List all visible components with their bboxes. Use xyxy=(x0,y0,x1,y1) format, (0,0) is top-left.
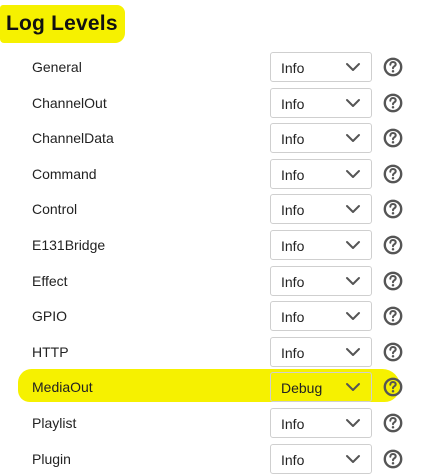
log-level-select-channeldata[interactable]: Info xyxy=(270,123,372,154)
selected-value: Info xyxy=(281,273,305,290)
selected-value: Debug xyxy=(281,380,323,397)
help-question-icon[interactable] xyxy=(383,93,403,113)
log-level-select-general[interactable]: Info xyxy=(270,52,372,82)
help-question-icon[interactable] xyxy=(383,57,403,77)
selected-value: Info xyxy=(281,166,305,183)
selected-value: Info xyxy=(281,309,305,326)
log-level-row-e131bridge: E131Bridge Info xyxy=(0,227,434,263)
log-level-row-gpio: GPIO Info xyxy=(0,298,434,334)
log-level-row-http: HTTP Info xyxy=(0,334,434,370)
help-question-icon[interactable] xyxy=(383,342,403,362)
log-level-label: HTTP xyxy=(32,343,69,360)
log-level-row-channelout: ChannelOut Info xyxy=(0,85,434,121)
chevron-down-icon xyxy=(346,347,360,356)
selected-value: Info xyxy=(281,415,305,432)
log-level-row-control: Control Info xyxy=(0,191,434,227)
chevron-down-icon xyxy=(346,134,360,143)
help-question-icon[interactable] xyxy=(383,235,403,255)
help-question-icon[interactable] xyxy=(383,271,403,291)
log-level-label: Playlist xyxy=(32,414,77,431)
selected-value: Info xyxy=(281,237,305,254)
log-level-select-effect[interactable]: Info xyxy=(270,265,372,296)
chevron-down-icon xyxy=(346,418,360,427)
log-level-label: GPIO xyxy=(32,308,68,325)
log-level-row-effect: Effect Info xyxy=(0,263,434,299)
chevron-down-icon xyxy=(346,98,360,107)
chevron-down-icon xyxy=(346,454,360,463)
log-level-select-plugin[interactable]: Info xyxy=(270,443,372,474)
help-question-icon[interactable] xyxy=(383,128,403,148)
log-level-row-general: General Info xyxy=(0,49,434,85)
chevron-down-icon xyxy=(346,383,360,392)
log-level-row-command: Command Info xyxy=(0,156,434,192)
log-level-select-mediaout[interactable]: Debug xyxy=(270,372,372,403)
log-level-label: Effect xyxy=(32,272,68,289)
log-level-select-http[interactable]: Info xyxy=(270,336,372,367)
selected-value: Info xyxy=(281,451,305,468)
log-level-row-channeldata: ChannelData Info xyxy=(0,120,434,156)
log-levels-list: General Info ChannelOut Info ChannelData… xyxy=(0,49,434,476)
help-question-icon[interactable] xyxy=(383,413,403,433)
help-question-icon[interactable] xyxy=(383,199,403,219)
chevron-down-icon xyxy=(346,169,360,178)
log-level-select-control[interactable]: Info xyxy=(270,194,372,225)
log-level-label: MediaOut xyxy=(32,379,93,396)
section-title: Log Levels xyxy=(6,12,118,35)
selected-value: Info xyxy=(281,202,305,219)
log-level-label: ChannelOut xyxy=(32,94,107,111)
log-level-label: E131Bridge xyxy=(32,236,106,253)
chevron-down-icon xyxy=(346,63,360,71)
chevron-down-icon xyxy=(346,205,360,214)
log-level-label: Plugin xyxy=(32,450,71,467)
log-level-select-e131bridge[interactable]: Info xyxy=(270,229,372,260)
log-level-label: Control xyxy=(32,201,78,218)
selected-value: Info xyxy=(281,95,305,112)
chevron-down-icon xyxy=(346,312,360,321)
log-level-row-mediaout: MediaOut Debug xyxy=(0,369,434,405)
chevron-down-icon xyxy=(346,276,360,285)
log-level-label: Command xyxy=(32,165,97,182)
selected-value: Info xyxy=(281,60,305,76)
help-question-icon[interactable] xyxy=(383,377,403,397)
chevron-down-icon xyxy=(346,240,360,249)
log-level-label: General xyxy=(32,59,82,75)
help-question-icon[interactable] xyxy=(383,164,403,184)
log-level-row-plugin: Plugin Info xyxy=(0,441,434,476)
help-question-icon[interactable] xyxy=(383,306,403,326)
log-level-label: ChannelData xyxy=(32,130,114,147)
log-level-select-command[interactable]: Info xyxy=(270,158,372,189)
log-level-select-playlist[interactable]: Info xyxy=(270,407,372,438)
selected-value: Info xyxy=(281,131,305,148)
log-level-row-playlist: Playlist Info xyxy=(0,405,434,441)
selected-value: Info xyxy=(281,344,305,361)
log-level-select-gpio[interactable]: Info xyxy=(270,301,372,332)
log-level-select-channelout[interactable]: Info xyxy=(270,87,372,118)
